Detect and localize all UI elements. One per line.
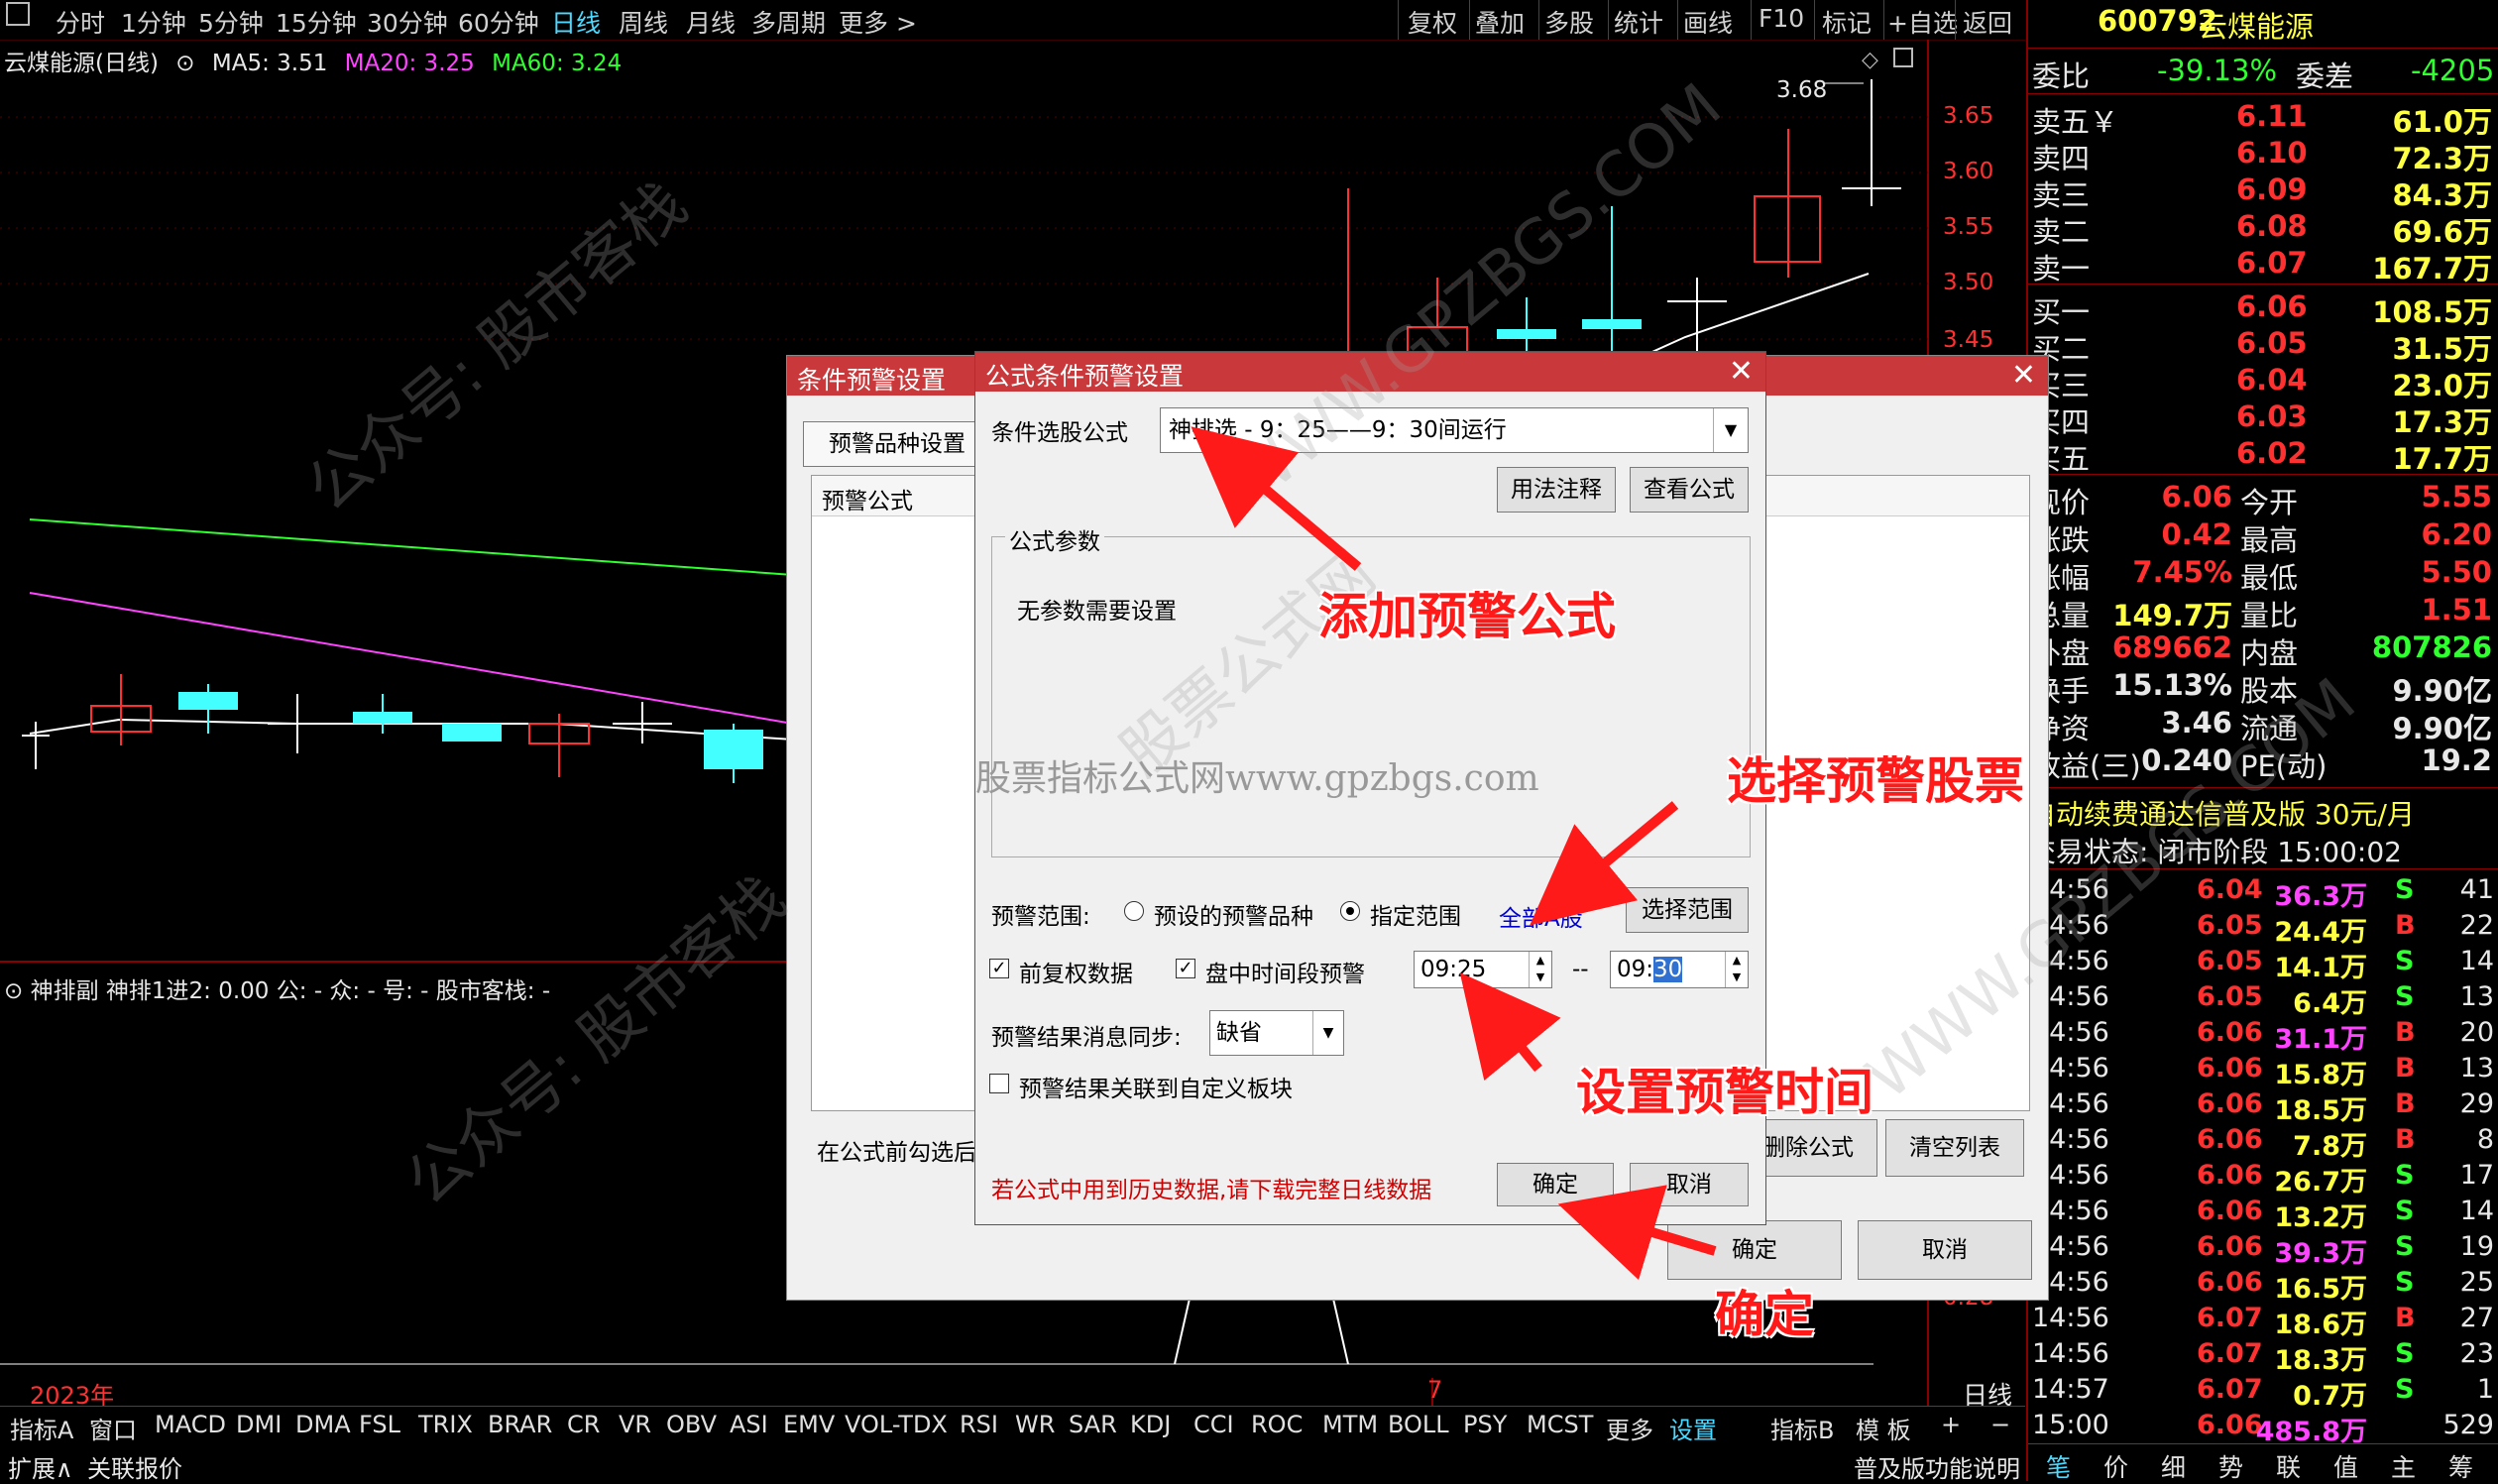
annotation-set-time: 设置预警时间	[1576, 1064, 1874, 1121]
annotation-select-stocks: 选择预警股票	[1727, 752, 2024, 810]
annotation-add-formula: 添加预警公式	[1318, 588, 1616, 645]
annotation-confirm: 确定	[1715, 1286, 1814, 1343]
annotation-arrows	[1191, 426, 1717, 1281]
